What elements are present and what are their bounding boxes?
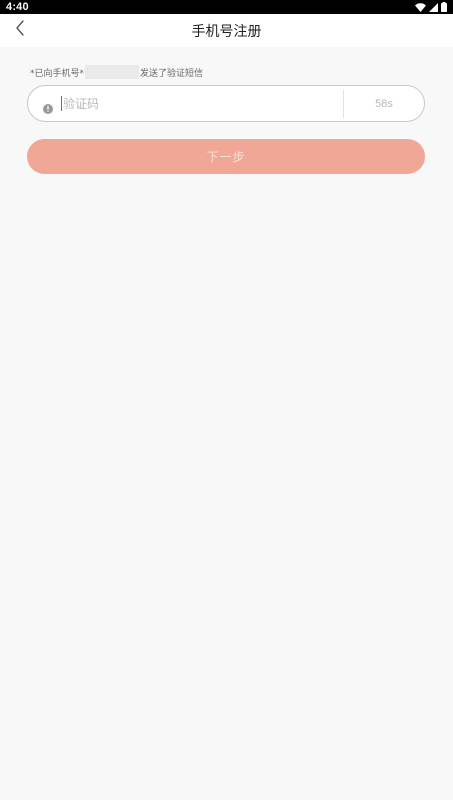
hint-prefix: *已向手机号* (30, 68, 85, 79)
resend-countdown: 58s (375, 97, 393, 110)
wifi-icon (415, 2, 426, 12)
status-bar: 4:40 (0, 0, 453, 14)
battery-icon (441, 2, 447, 12)
chevron-left-icon (15, 20, 25, 40)
next-step-button[interactable]: 下一步 (27, 139, 425, 174)
verification-code-input[interactable] (63, 92, 333, 116)
text-cursor (61, 96, 62, 111)
hint-suffix: 发送了验证短信 (140, 68, 204, 79)
signal-icon (429, 2, 438, 12)
verification-code-field[interactable]: 58s (27, 85, 425, 122)
info-icon (43, 99, 53, 114)
masked-phone-number (85, 65, 140, 79)
app-bar: 手机号注册 (0, 14, 453, 47)
sms-sent-hint: *已向手机号* 发送了验证短信 (30, 64, 203, 80)
status-time: 4:40 (6, 1, 29, 13)
page-title: 手机号注册 (191, 23, 262, 40)
back-button[interactable] (8, 18, 32, 42)
status-icons (415, 2, 447, 12)
